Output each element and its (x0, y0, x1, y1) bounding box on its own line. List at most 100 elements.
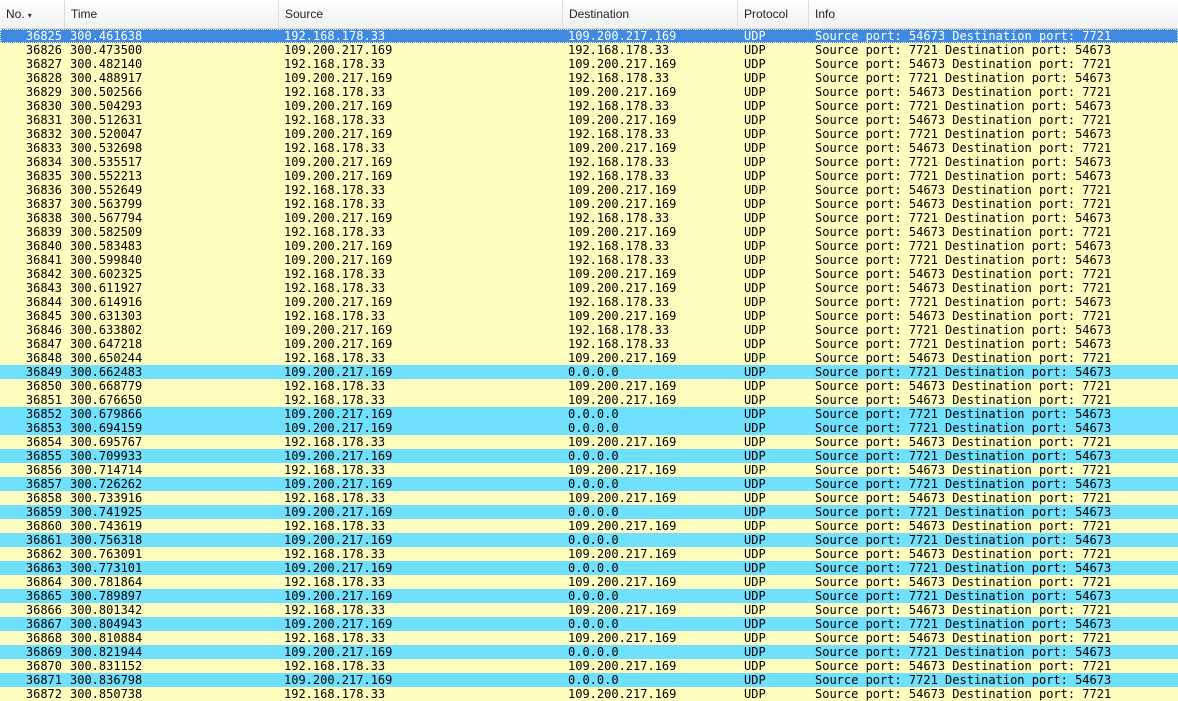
packet-protocol: UDP (744, 575, 766, 589)
packet-source: 109.200.217.169 (284, 407, 393, 421)
packet-row[interactable]: 36835 300.552213 109.200.217.169 192.168.17… (0, 169, 1178, 183)
packet-row[interactable]: 36868 300.810884 192.168.178.33 109.200.217… (0, 631, 1178, 645)
packet-info: Source port: 7721 Destination port: 5467… (815, 323, 1112, 337)
column-header-time[interactable]: Time (65, 0, 279, 28)
packet-row[interactable]: 36842 300.602325 192.168.178.33 109.200.217… (0, 267, 1178, 281)
packet-time: 300.552213 (70, 169, 143, 183)
packet-protocol: UDP (744, 491, 766, 505)
packet-destination: 0.0.0.0 (568, 421, 619, 435)
packet-row[interactable]: 36859 300.741925 109.200.217.169 0.0.0.0 UDP… (0, 505, 1178, 519)
packet-time: 300.773101 (70, 561, 143, 575)
packet-row[interactable]: 36847 300.647218 109.200.217.169 192.168.17… (0, 337, 1178, 351)
column-header-no-label: No. (6, 7, 25, 21)
packet-row[interactable]: 36841 300.599840 109.200.217.169 192.168.17… (0, 253, 1178, 267)
column-header-destination[interactable]: Destination (563, 0, 738, 28)
packet-row[interactable]: 36833 300.532698 192.168.178.33 109.200.217… (0, 141, 1178, 155)
packet-source: 109.200.217.169 (284, 673, 393, 687)
packet-row[interactable]: 36869 300.821944 109.200.217.169 0.0.0.0 UDP… (0, 645, 1178, 659)
packet-protocol: UDP (744, 547, 766, 561)
packet-protocol: UDP (744, 449, 766, 463)
packet-source: 109.200.217.169 (284, 533, 393, 547)
packet-info: Source port: 7721 Destination port: 5467… (815, 239, 1112, 253)
packet-time: 300.512631 (70, 113, 143, 127)
packet-row[interactable]: 36865 300.789897 109.200.217.169 0.0.0.0 UDP… (0, 589, 1178, 603)
packet-row[interactable]: 36832 300.520047 109.200.217.169 192.168.17… (0, 127, 1178, 141)
packet-no: 36865 (25, 589, 62, 603)
packet-destination: 109.200.217.169 (568, 463, 677, 477)
packet-destination: 0.0.0.0 (568, 645, 619, 659)
packet-row[interactable]: 36850 300.668779 192.168.178.33 109.200.217… (0, 379, 1178, 393)
packet-source: 192.168.178.33 (284, 281, 386, 295)
packet-row[interactable]: 36872 300.850738 192.168.178.33 109.200.217… (0, 687, 1178, 701)
packet-row[interactable]: 36831 300.512631 192.168.178.33 109.200.217… (0, 113, 1178, 127)
packet-row[interactable]: 36856 300.714714 192.168.178.33 109.200.217… (0, 463, 1178, 477)
packet-row[interactable]: 36846 300.633802 109.200.217.169 192.168.17… (0, 323, 1178, 337)
packet-row[interactable]: 36855 300.709933 109.200.217.169 0.0.0.0 UDP… (0, 449, 1178, 463)
packet-info: Source port: 54673 Destination port: 772… (815, 603, 1112, 617)
packet-row[interactable]: 36843 300.611927 192.168.178.33 109.200.217… (0, 281, 1178, 295)
packet-no: 36860 (25, 519, 62, 533)
packet-info: Source port: 7721 Destination port: 5467… (815, 169, 1112, 183)
packet-time: 300.473500 (70, 43, 143, 57)
packet-row[interactable]: 36871 300.836798 109.200.217.169 0.0.0.0 UDP… (0, 673, 1178, 687)
packet-info: Source port: 54673 Destination port: 772… (815, 435, 1112, 449)
packet-row[interactable]: 36867 300.804943 109.200.217.169 0.0.0.0 UDP… (0, 617, 1178, 631)
packet-row[interactable]: 36840 300.583483 109.200.217.169 192.168.17… (0, 239, 1178, 253)
packet-row[interactable]: 36852 300.679866 109.200.217.169 0.0.0.0 UDP… (0, 407, 1178, 421)
packet-protocol: UDP (744, 463, 766, 477)
packet-destination: 109.200.217.169 (568, 631, 677, 645)
packet-destination: 109.200.217.169 (568, 379, 677, 393)
packet-row[interactable]: 36851 300.676650 192.168.178.33 109.200.217… (0, 393, 1178, 407)
packet-row[interactable]: 36861 300.756318 109.200.217.169 0.0.0.0 UDP… (0, 533, 1178, 547)
packet-row[interactable]: 36839 300.582509 192.168.178.33 109.200.217… (0, 225, 1178, 239)
packet-row[interactable]: 36827 300.482140 192.168.178.33 109.200.217… (0, 57, 1178, 71)
packet-row[interactable]: 36837 300.563799 192.168.178.33 109.200.217… (0, 197, 1178, 211)
packet-row-selected[interactable]: 36825 300.461638 192.168.178.33 109.200.217… (0, 29, 1178, 43)
packet-row[interactable]: 36866 300.801342 192.168.178.33 109.200.217… (0, 603, 1178, 617)
packet-no: 36869 (25, 645, 62, 659)
packet-row[interactable]: 36836 300.552649 192.168.178.33 109.200.217… (0, 183, 1178, 197)
column-header-source[interactable]: Source (279, 0, 563, 28)
packet-time: 300.733916 (70, 491, 143, 505)
packet-info: Source port: 54673 Destination port: 772… (815, 197, 1112, 211)
packet-row[interactable]: 36870 300.831152 192.168.178.33 109.200.217… (0, 659, 1178, 673)
packet-row[interactable]: 36834 300.535517 109.200.217.169 192.168.17… (0, 155, 1178, 169)
packet-time: 300.694159 (70, 421, 143, 435)
packet-row[interactable]: 36858 300.733916 192.168.178.33 109.200.217… (0, 491, 1178, 505)
packet-info: Source port: 54673 Destination port: 772… (815, 631, 1112, 645)
packet-row[interactable]: 36853 300.694159 109.200.217.169 0.0.0.0 UDP… (0, 421, 1178, 435)
packet-row[interactable]: 36838 300.567794 109.200.217.169 192.168.17… (0, 211, 1178, 225)
packet-source: 192.168.178.33 (284, 113, 386, 127)
packet-source: 109.200.217.169 (284, 449, 393, 463)
packet-row[interactable]: 36848 300.650244 192.168.178.33 109.200.217… (0, 351, 1178, 365)
packet-row[interactable]: 36864 300.781864 192.168.178.33 109.200.217… (0, 575, 1178, 589)
packet-destination: 0.0.0.0 (568, 561, 619, 575)
packet-destination: 0.0.0.0 (568, 673, 619, 687)
packet-row[interactable]: 36862 300.763091 192.168.178.33 109.200.217… (0, 547, 1178, 561)
packet-row[interactable]: 36829 300.502566 192.168.178.33 109.200.217… (0, 85, 1178, 99)
packet-no: 36840 (25, 239, 62, 253)
column-header-no[interactable]: No. ▾ (0, 0, 65, 28)
packet-protocol: UDP (744, 225, 766, 239)
packet-destination: 109.200.217.169 (568, 57, 677, 71)
packet-row[interactable]: 36845 300.631303 192.168.178.33 109.200.217… (0, 309, 1178, 323)
packet-row[interactable]: 36860 300.743619 192.168.178.33 109.200.217… (0, 519, 1178, 533)
column-header-protocol[interactable]: Protocol (738, 0, 809, 28)
packet-row[interactable]: 36828 300.488917 109.200.217.169 192.168.17… (0, 71, 1178, 85)
packet-row[interactable]: 36857 300.726262 109.200.217.169 0.0.0.0 UDP… (0, 477, 1178, 491)
packet-row[interactable]: 36844 300.614916 109.200.217.169 192.168.17… (0, 295, 1178, 309)
packet-time: 300.650244 (70, 351, 143, 365)
packet-row[interactable]: 36854 300.695767 192.168.178.33 109.200.217… (0, 435, 1178, 449)
packet-info: Source port: 54673 Destination port: 772… (815, 85, 1112, 99)
packet-row[interactable]: 36826 300.473500 109.200.217.169 192.168.17… (0, 43, 1178, 57)
packet-protocol: UDP (744, 127, 766, 141)
packet-destination: 109.200.217.169 (568, 491, 677, 505)
packet-row[interactable]: 36830 300.504293 109.200.217.169 192.168.17… (0, 99, 1178, 113)
packet-protocol: UDP (744, 29, 766, 43)
column-header-info[interactable]: Info (809, 0, 1178, 28)
packet-row[interactable]: 36849 300.662483 109.200.217.169 0.0.0.0 UDP… (0, 365, 1178, 379)
packet-protocol: UDP (744, 407, 766, 421)
packet-info: Source port: 7721 Destination port: 5467… (815, 477, 1112, 491)
packet-row[interactable]: 36863 300.773101 109.200.217.169 0.0.0.0 UDP… (0, 561, 1178, 575)
packet-source: 109.200.217.169 (284, 477, 393, 491)
